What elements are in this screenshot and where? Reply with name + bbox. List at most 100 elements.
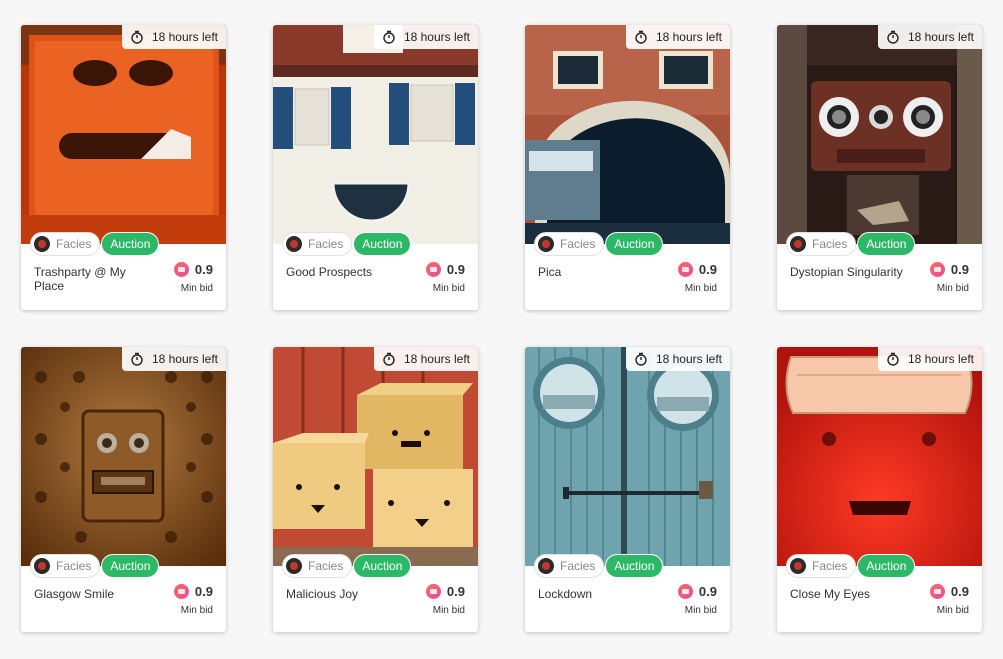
- time-left-badge: 18 hours left: [625, 347, 730, 371]
- nft-card[interactable]: 18 hours left Facies Auction Close My Ey…: [777, 347, 982, 632]
- collection-name: Facies: [812, 559, 848, 573]
- time-left-text: 18 hours left: [403, 352, 470, 366]
- price: 0.9: [929, 584, 969, 599]
- nft-title[interactable]: Close My Eyes: [790, 587, 910, 601]
- min-bid-label: Min bid: [684, 605, 717, 616]
- stopwatch-icon: [131, 30, 143, 44]
- nft-title[interactable]: Glasgow Smile: [34, 587, 154, 601]
- collection-tag[interactable]: Facies: [787, 555, 856, 577]
- ws-coin-icon: [173, 584, 189, 599]
- collection-tag[interactable]: Facies: [535, 233, 604, 255]
- ws-coin-icon: [929, 584, 945, 599]
- min-bid-label: Min bid: [180, 283, 213, 294]
- time-left-text: 18 hours left: [907, 352, 974, 366]
- collection-avatar: [790, 236, 806, 252]
- auction-badge: Auction: [858, 233, 915, 255]
- ws-coin-icon: [929, 262, 945, 277]
- collection-name: Facies: [56, 559, 92, 573]
- price-amount: 0.9: [698, 262, 717, 277]
- nft-title[interactable]: Good Prospects: [286, 265, 406, 279]
- collection-tag[interactable]: Facies: [283, 233, 352, 255]
- nft-image[interactable]: [273, 25, 478, 244]
- collection-avatar: [790, 558, 806, 574]
- nft-title[interactable]: Malicious Joy: [286, 587, 406, 601]
- auction-badge: Auction: [354, 233, 411, 255]
- nft-image[interactable]: [525, 25, 730, 244]
- stopwatch-icon: [635, 30, 647, 44]
- collection-name: Facies: [308, 237, 344, 251]
- price: 0.9: [929, 262, 969, 277]
- time-left-badge: 18 hours left: [373, 347, 478, 371]
- nft-image[interactable]: [777, 25, 982, 244]
- time-left-badge: 18 hours left: [877, 25, 982, 49]
- auction-badge: Auction: [606, 233, 663, 255]
- price-amount: 0.9: [950, 584, 969, 599]
- collection-tag[interactable]: Facies: [31, 233, 100, 255]
- nft-image[interactable]: [777, 347, 982, 566]
- collection-tag[interactable]: Facies: [283, 555, 352, 577]
- ws-coin-icon: [425, 262, 441, 277]
- nft-card[interactable]: 18 hours left Facies Auction Dystopian S…: [777, 25, 982, 310]
- price-amount: 0.9: [194, 584, 213, 599]
- min-bid-label: Min bid: [432, 283, 465, 294]
- stopwatch-icon: [887, 352, 899, 366]
- nft-card[interactable]: 18 hours left Facies Auction Malicious J…: [273, 347, 478, 632]
- nft-image[interactable]: [273, 347, 478, 566]
- ws-coin-icon: [677, 584, 693, 599]
- collection-avatar: [286, 558, 302, 574]
- nft-title[interactable]: Pica: [538, 265, 658, 279]
- min-bid-label: Min bid: [684, 283, 717, 294]
- price-amount: 0.9: [446, 584, 465, 599]
- nft-card[interactable]: 18 hours left Facies Auction Lockdown 0.…: [525, 347, 730, 632]
- time-left-text: 18 hours left: [907, 30, 974, 44]
- collection-name: Facies: [56, 237, 92, 251]
- ws-coin-icon: [173, 262, 189, 277]
- time-left-text: 18 hours left: [151, 30, 218, 44]
- time-left-badge: 18 hours left: [121, 25, 226, 49]
- collection-tag[interactable]: Facies: [787, 233, 856, 255]
- collection-name: Facies: [812, 237, 848, 251]
- price: 0.9: [677, 262, 717, 277]
- collection-avatar: [286, 236, 302, 252]
- price: 0.9: [173, 584, 213, 599]
- nft-image[interactable]: [525, 347, 730, 566]
- auction-badge: Auction: [354, 555, 411, 577]
- collection-tag[interactable]: Facies: [535, 555, 604, 577]
- ws-coin-icon: [425, 584, 441, 599]
- auction-badge: Auction: [102, 555, 159, 577]
- time-left-badge: 18 hours left: [373, 25, 478, 49]
- collection-avatar: [538, 236, 554, 252]
- price: 0.9: [677, 584, 717, 599]
- auction-badge: Auction: [606, 555, 663, 577]
- ws-coin-icon: [677, 262, 693, 277]
- stopwatch-icon: [131, 352, 143, 366]
- nft-image[interactable]: [21, 25, 226, 244]
- price: 0.9: [425, 584, 465, 599]
- collection-tag[interactable]: Facies: [31, 555, 100, 577]
- nft-card[interactable]: 18 hours left Facies Auction Pica 0.9 Mi…: [525, 25, 730, 310]
- time-left-text: 18 hours left: [655, 352, 722, 366]
- nft-title[interactable]: Dystopian Singularity: [790, 265, 910, 279]
- nft-card[interactable]: 18 hours left Facies Auction Good Prospe…: [273, 25, 478, 310]
- min-bid-label: Min bid: [180, 605, 213, 616]
- time-left-text: 18 hours left: [655, 30, 722, 44]
- time-left-text: 18 hours left: [403, 30, 470, 44]
- collection-name: Facies: [308, 559, 344, 573]
- min-bid-label: Min bid: [936, 605, 969, 616]
- collection-name: Facies: [560, 559, 596, 573]
- nft-image[interactable]: [21, 347, 226, 566]
- stopwatch-icon: [887, 30, 899, 44]
- nft-card[interactable]: 18 hours left Facies Auction Trashparty …: [21, 25, 226, 310]
- min-bid-label: Min bid: [432, 605, 465, 616]
- nft-title[interactable]: Lockdown: [538, 587, 658, 601]
- collection-avatar: [34, 558, 50, 574]
- nft-card[interactable]: 18 hours left Facies Auction Glasgow Smi…: [21, 347, 226, 632]
- auction-badge: Auction: [102, 233, 159, 255]
- price-amount: 0.9: [950, 262, 969, 277]
- nft-title[interactable]: Trashparty @ My Place: [34, 265, 154, 293]
- time-left-badge: 18 hours left: [877, 347, 982, 371]
- time-left-badge: 18 hours left: [625, 25, 730, 49]
- price-amount: 0.9: [446, 262, 465, 277]
- time-left-text: 18 hours left: [151, 352, 218, 366]
- stopwatch-icon: [383, 352, 395, 366]
